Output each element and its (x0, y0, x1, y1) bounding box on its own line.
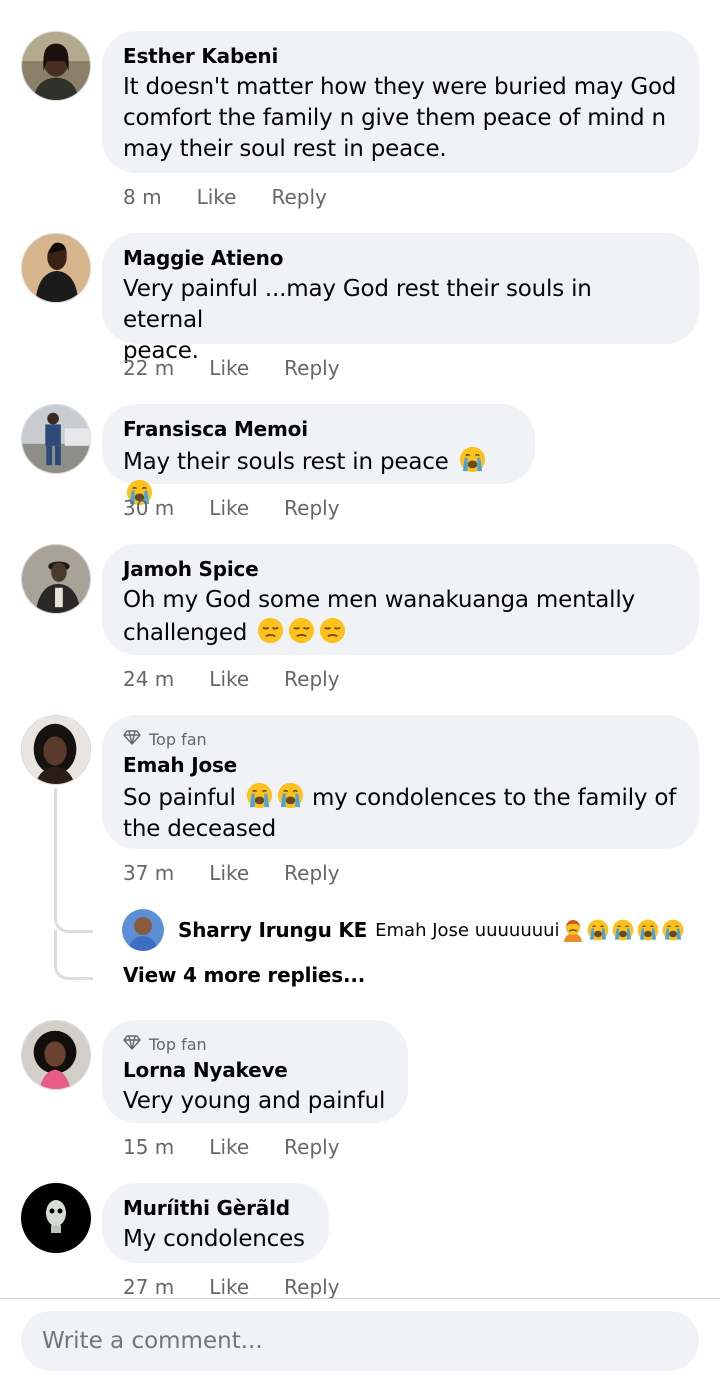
person-pouting-icon (561, 918, 585, 942)
comment-author[interactable]: Jamoh Spice (123, 554, 677, 585)
like-button[interactable]: Like (209, 356, 249, 380)
avatar[interactable] (21, 1183, 91, 1253)
top-fan-badge: Top fan (123, 1034, 386, 1055)
avatar[interactable] (21, 544, 91, 614)
like-button[interactable]: Like (209, 1275, 249, 1298)
comment-actions: 27 m Like Reply (123, 1275, 375, 1298)
like-button[interactable]: Like (209, 667, 249, 691)
comment-text: comfort the family n give them peace of … (123, 105, 666, 131)
comment-author[interactable]: Muríithi Gèrãld (123, 1193, 307, 1224)
comment-time: 30 m (123, 496, 175, 520)
reply-button[interactable]: Reply (284, 356, 339, 380)
comment-bubble[interactable]: Maggie Atieno Very painful ...may God re… (102, 233, 699, 364)
avatar[interactable] (21, 31, 91, 101)
comment-author[interactable]: Maggie Atieno (123, 243, 677, 274)
pensive-face-icon (318, 616, 347, 645)
comment-composer (0, 1298, 720, 1384)
comment-actions: 8 m Like Reply (123, 185, 362, 209)
comment-author[interactable]: Fransisca Memoi (123, 414, 513, 445)
comment-time: 8 m (123, 185, 162, 209)
reply-preview[interactable]: Sharry Irungu KE Emah Jose uuuuuuui (122, 909, 685, 951)
write-comment-input[interactable] (21, 1311, 699, 1371)
loudly-crying-face-icon (586, 918, 610, 942)
pensive-face-icon (287, 616, 316, 645)
reply-text-line: Emah Jose uuuuuuui (375, 918, 684, 942)
comment-text-line: So painful my condolences to the family … (123, 781, 677, 814)
comment-bubble[interactable]: Jamoh Spice Oh my God some men wanakuang… (102, 544, 699, 655)
comments-list: Esther Kabeni It doesn't matter how they… (0, 0, 720, 1298)
like-button[interactable]: Like (209, 1135, 249, 1159)
reply-button[interactable]: Reply (284, 1135, 339, 1159)
comment-actions: 37 m Like Reply (123, 861, 375, 885)
reply-text: Emah Jose uuuuuuui (375, 919, 560, 941)
comment-actions: 22 m Like Reply (123, 356, 375, 380)
comment-text: May their souls rest in peace (123, 449, 449, 475)
loudly-crying-face-icon (611, 918, 635, 942)
comment-text: the deceased (123, 816, 277, 842)
view-more-replies-link[interactable]: View 4 more replies... (123, 963, 365, 987)
diamond-icon (123, 729, 141, 750)
comment-bubble[interactable]: Esther Kabeni It doesn't matter how they… (102, 31, 699, 173)
reply-button[interactable]: Reply (284, 496, 339, 520)
loudly-crying-face-icon (245, 781, 274, 810)
comment-bubble[interactable]: Fransisca Memoi May their souls rest in … (102, 404, 535, 506)
avatar[interactable] (21, 1020, 91, 1090)
comment-text: challenged (123, 620, 248, 646)
comment-bubble[interactable]: Top fan Emah Jose So painful my condolen… (102, 715, 699, 849)
comment-bubble[interactable]: Muríithi Gèrãld My condolences (102, 1183, 329, 1263)
comment-text: Very young and painful (123, 1088, 386, 1114)
like-button[interactable]: Like (209, 861, 249, 885)
thread-line (54, 788, 57, 918)
comment-text: may their soul rest in peace. (123, 136, 447, 162)
thread-connector (54, 900, 93, 933)
top-fan-label: Top fan (149, 1034, 207, 1054)
comment-time: 15 m (123, 1135, 175, 1159)
comment-text: Oh my God some men wanakuanga mentally (123, 587, 635, 613)
comment-text: So painful (123, 785, 236, 811)
avatar[interactable] (122, 909, 164, 951)
top-fan-label: Top fan (149, 729, 207, 749)
comment-time: 24 m (123, 667, 175, 691)
thread-connector (54, 930, 93, 980)
loudly-crying-face-icon (276, 781, 305, 810)
like-button[interactable]: Like (209, 496, 249, 520)
loudly-crying-face-icon (458, 445, 487, 474)
comment-text-line: challenged (123, 616, 677, 649)
comment-text: My condolences (123, 1226, 305, 1252)
comment-bubble[interactable]: Top fan Lorna Nyakeve Very young and pai… (102, 1020, 408, 1123)
diamond-icon (123, 1034, 141, 1055)
top-fan-badge: Top fan (123, 729, 677, 750)
comment-time: 27 m (123, 1275, 175, 1298)
comment-text: Very painful ...may God rest their souls… (123, 276, 592, 333)
reply-button[interactable]: Reply (284, 861, 339, 885)
comment-actions: 24 m Like Reply (123, 667, 375, 691)
reply-button[interactable]: Reply (284, 667, 339, 691)
like-button[interactable]: Like (197, 185, 237, 209)
avatar[interactable] (21, 404, 91, 474)
reply-button[interactable]: Reply (284, 1275, 339, 1298)
comment-time: 37 m (123, 861, 175, 885)
comment-time: 22 m (123, 356, 175, 380)
reply-button[interactable]: Reply (271, 185, 326, 209)
comment-text: my condolences to the family of (311, 785, 677, 811)
comment-actions: 15 m Like Reply (123, 1135, 375, 1159)
reply-author[interactable]: Sharry Irungu KE (178, 918, 367, 942)
comment-actions: 30 m Like Reply (123, 496, 375, 520)
comment-author[interactable]: Emah Jose (123, 750, 677, 781)
avatar[interactable] (21, 233, 91, 303)
comment-text: It doesn't matter how they were buried m… (123, 74, 677, 100)
comment-author[interactable]: Esther Kabeni (123, 41, 677, 72)
comment-author[interactable]: Lorna Nyakeve (123, 1055, 386, 1086)
pensive-face-icon (256, 616, 285, 645)
avatar[interactable] (21, 715, 91, 785)
loudly-crying-face-icon (636, 918, 660, 942)
loudly-crying-face-icon (661, 918, 685, 942)
